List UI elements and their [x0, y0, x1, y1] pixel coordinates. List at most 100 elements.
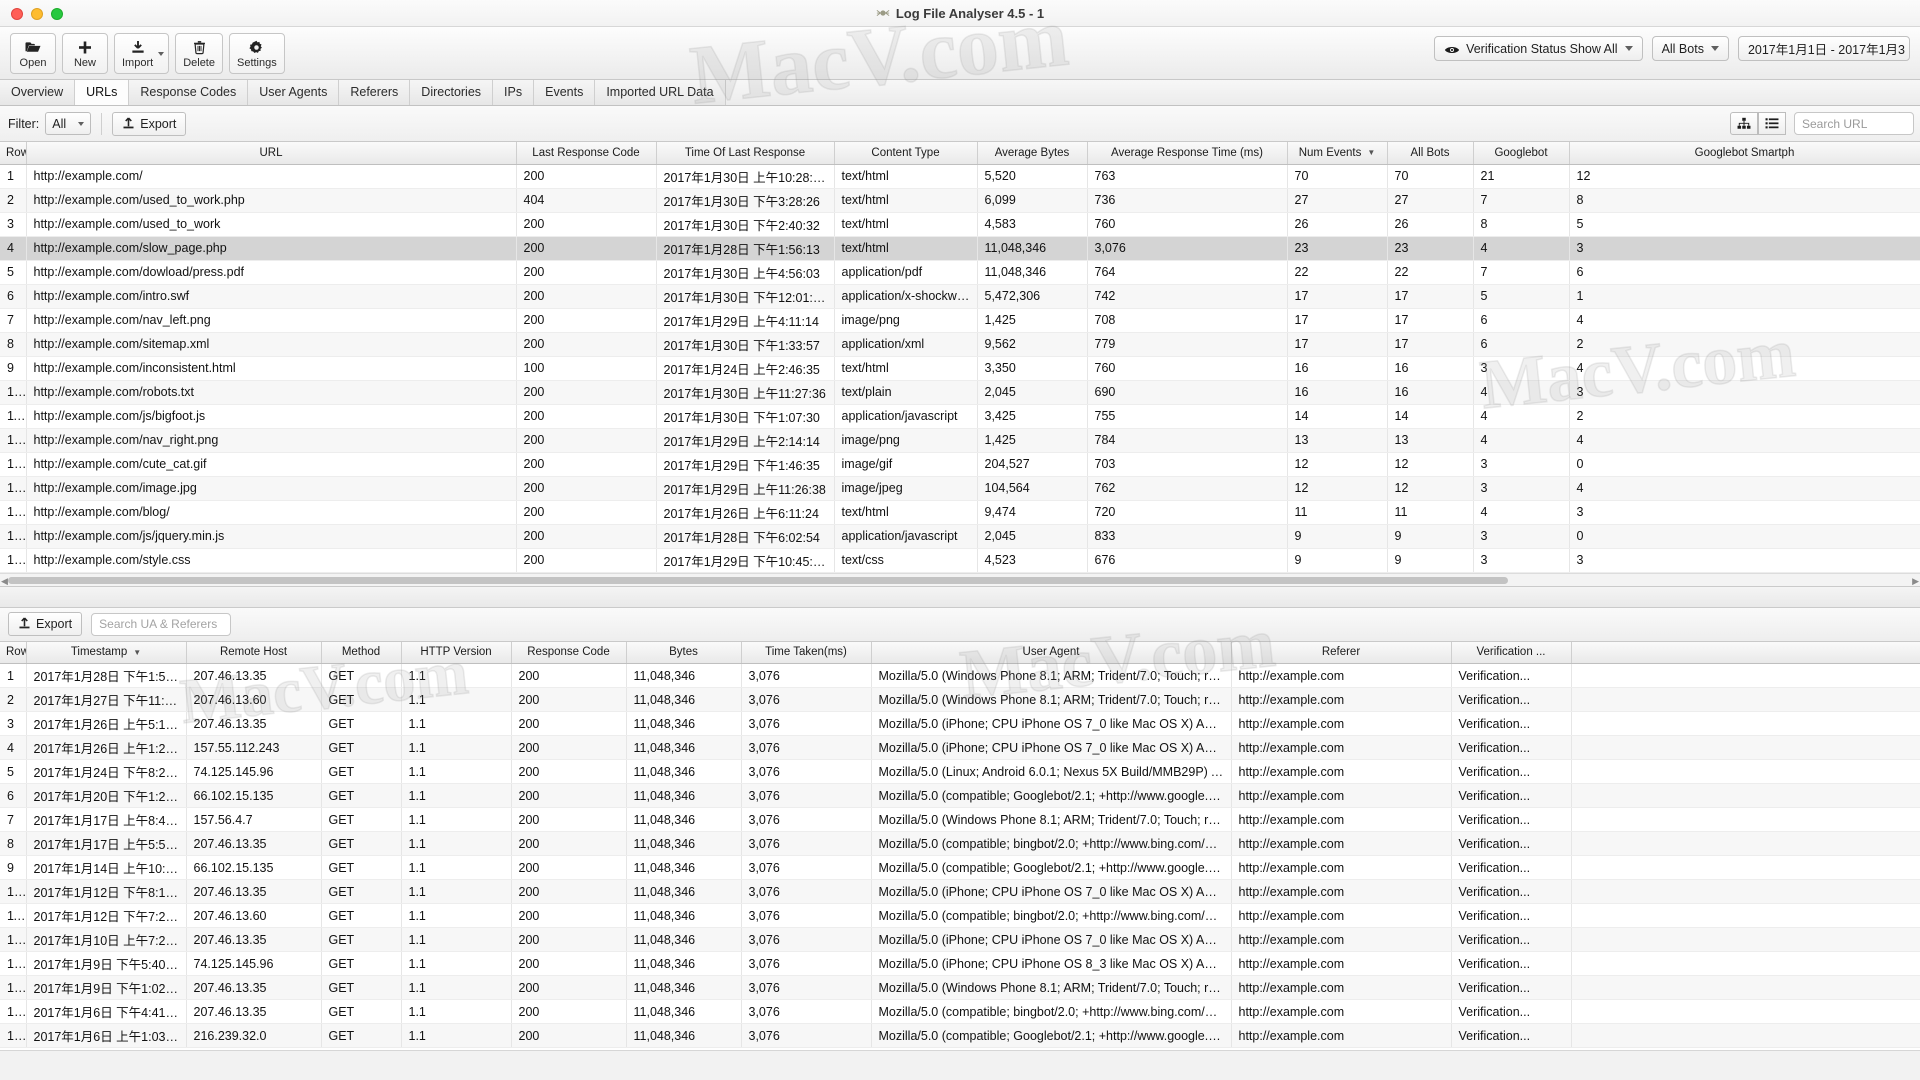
col-time-taken[interactable]: Time Taken(ms) — [741, 641, 872, 664]
col-referer[interactable]: Referer — [1231, 641, 1452, 664]
url-cell: http://example.com/nav_left.png — [26, 308, 517, 333]
table-row[interactable]: 16 2017年1月6日 上午1:03:51 216.239.32.0 GET 1.1 2… — [0, 1023, 1920, 1048]
bytes-cell: 11,048,346 — [626, 687, 742, 712]
col-googlebot[interactable]: Googlebot — [1473, 142, 1570, 165]
col-average-response-time[interactable]: Average Response Time (ms) — [1087, 142, 1288, 165]
table-row[interactable]: 5 http://example.com/dowload/press.pdf 200… — [0, 260, 1920, 285]
table-row[interactable]: 14 2017年1月9日 下午1:02:33 207.46.13.35 GET 1.1 2… — [0, 975, 1920, 1000]
table-row[interactable]: 15 http://example.com/blog/200 2017年1月26日 … — [0, 500, 1920, 525]
table-row[interactable]: 1 http://example.com/200 2017年1月30日 上午10:2… — [0, 164, 1920, 189]
import-button[interactable]: Import — [114, 32, 170, 74]
chevron-down-icon[interactable] — [1624, 46, 1633, 51]
url-table-horizontal-scrollbar[interactable]: ◀ ▶ — [0, 572, 1920, 587]
timestamp-cell: 2017年1月24日 下午8:23:17 — [26, 759, 187, 784]
scroll-right-icon[interactable]: ▶ — [1912, 576, 1919, 587]
all-bots-cell: 16 — [1387, 356, 1474, 381]
tab-overview[interactable]: Overview — [0, 79, 76, 105]
table-row[interactable]: 2 2017年1月27日 下午11:46:06 207.46.13.60 GET 1.1… — [0, 687, 1920, 712]
table-row[interactable]: 11 2017年1月12日 下午7:23:30 207.46.13.60 GET 1.1… — [0, 903, 1920, 928]
tab-response-codes[interactable]: Response Codes — [129, 79, 249, 105]
table-row[interactable]: 3 http://example.com/used_to_work 200 2017年… — [0, 212, 1920, 237]
col-num-events[interactable]: Num Events ▼ — [1287, 142, 1388, 165]
open-button[interactable]: Open — [10, 32, 56, 74]
table-row[interactable]: 8 http://example.com/sitemap.xml 200 2017年1… — [0, 332, 1920, 357]
pane-splitter[interactable] — [0, 585, 1920, 608]
row-number: 3 — [0, 711, 27, 736]
search-url-input[interactable]: Search URL — [1794, 112, 1914, 135]
table-row[interactable]: 4 2017年1月26日 上午1:26:21 157.55.112.243 GET 1.… — [0, 735, 1920, 760]
chevron-down-icon[interactable] — [1710, 46, 1719, 51]
date-range-picker[interactable]: 2017年1月1日 - 2017年1月3 — [1737, 36, 1910, 61]
col-remote-host[interactable]: Remote Host — [186, 641, 322, 664]
table-row[interactable]: 5 2017年1月24日 下午8:23:17 74.125.145.96 GET 1.1… — [0, 759, 1920, 784]
table-row[interactable]: 14 http://example.com/image.jpg 200 2017年1月… — [0, 476, 1920, 501]
list-view-icon[interactable] — [1758, 112, 1786, 135]
export-urls-button[interactable]: Export — [112, 111, 187, 136]
bytes-cell: 11,048,346 — [626, 1023, 742, 1048]
bots-filter-dropdown[interactable]: All Bots — [1651, 36, 1729, 61]
table-row[interactable]: 12 2017年1月10日 上午7:27:42 207.46.13.35 GET 1.1… — [0, 927, 1920, 952]
tab-urls[interactable]: URLs — [75, 79, 130, 105]
table-row[interactable]: 10 2017年1月12日 下午8:19:35 207.46.13.35 GET 1.1… — [0, 879, 1920, 904]
col-content-type[interactable]: Content Type — [834, 142, 978, 165]
chevron-down-icon[interactable] — [78, 121, 85, 126]
settings-button[interactable]: Settings — [228, 32, 285, 74]
col-row[interactable]: Row — [0, 641, 27, 664]
tab-ips[interactable]: IPs — [493, 79, 535, 105]
table-row[interactable]: 6 http://example.com/intro.swf 200 2017年1月3… — [0, 284, 1920, 309]
table-row[interactable]: 13 http://example.com/cute_cat.gif 200 2017… — [0, 452, 1920, 477]
search-ua-referers-input[interactable]: Search UA & Referers — [91, 612, 232, 636]
col-verification[interactable]: Verification ... — [1451, 641, 1572, 664]
table-row[interactable]: 17 http://example.com/style.css 200 2017年1月… — [0, 548, 1920, 573]
tab-directories[interactable]: Directories — [410, 79, 494, 105]
verification-status-dropdown[interactable]: Verification Status Show All — [1434, 36, 1643, 61]
filter-select[interactable]: All — [45, 112, 92, 135]
table-row[interactable]: 4 http://example.com/slow_page.php 200 2017… — [0, 236, 1920, 261]
col-user-agent[interactable]: User Agent — [871, 641, 1232, 664]
table-row[interactable]: 13 2017年1月9日 下午5:40:30 74.125.145.96 GET 1.1… — [0, 951, 1920, 976]
scrollbar-thumb[interactable] — [8, 576, 1508, 584]
new-button[interactable]: New — [62, 32, 108, 74]
toolbar-filters: Verification Status Show All All Bots 20… — [1434, 36, 1910, 61]
table-row[interactable]: 2 http://example.com/used_to_work.php 404 2… — [0, 188, 1920, 213]
table-row[interactable]: 12 http://example.com/nav_right.png 200 201… — [0, 428, 1920, 453]
col-method[interactable]: Method — [321, 641, 402, 664]
col-response-code[interactable]: Response Code — [511, 641, 627, 664]
col-googlebot-smartphone[interactable]: Googlebot Smartph — [1569, 142, 1920, 165]
table-row[interactable]: 9 http://example.com/inconsistent.html 100… — [0, 356, 1920, 381]
tab-user-agents[interactable]: User Agents — [248, 79, 340, 105]
timestamp-cell: 2017年1月17日 上午5:57:13 — [26, 831, 187, 856]
url-table-scroll[interactable]: Row URL Last Response Code Time Of Last … — [0, 142, 1920, 573]
col-http-version[interactable]: HTTP Version — [401, 641, 512, 664]
delete-button[interactable]: Delete — [175, 32, 223, 74]
table-row[interactable]: 6 2017年1月20日 下午1:28:34 66.102.15.135 GET 1.1… — [0, 783, 1920, 808]
table-row[interactable]: 7 http://example.com/nav_left.png 200 2017年… — [0, 308, 1920, 333]
col-timestamp[interactable]: Timestamp ▼ — [26, 641, 187, 664]
col-time-of-last-response[interactable]: Time Of Last Response — [656, 142, 835, 165]
table-row[interactable]: 1 2017年1月28日 下午1:56:13 207.46.13.35 GET 1.1 2… — [0, 663, 1920, 688]
table-row[interactable]: 8 2017年1月17日 上午5:57:13 207.46.13.35 GET 1.1 2… — [0, 831, 1920, 856]
table-row[interactable]: 9 2017年1月14日 上午10:29:22 66.102.15.135 GET 1.… — [0, 855, 1920, 880]
col-last-response-code[interactable]: Last Response Code — [516, 142, 657, 165]
export-events-button[interactable]: Export — [8, 612, 83, 636]
col-all-bots[interactable]: All Bots — [1387, 142, 1474, 165]
table-row[interactable]: 11 http://example.com/js/bigfoot.js 200 201… — [0, 404, 1920, 429]
tab-imported-url-data[interactable]: Imported URL Data — [595, 79, 726, 105]
table-row[interactable]: 7 2017年1月17日 上午8:40:17 157.56.4.7 GET 1.1 200… — [0, 807, 1920, 832]
col-url[interactable]: URL — [26, 142, 517, 165]
col-average-bytes[interactable]: Average Bytes — [977, 142, 1088, 165]
chevron-down-icon[interactable] — [158, 51, 165, 56]
spider-icon — [876, 6, 890, 20]
time-of-last-response-cell: 2017年1月30日 下午1:33:57 — [656, 332, 835, 357]
tab-events[interactable]: Events — [534, 79, 596, 105]
col-bytes[interactable]: Bytes — [626, 641, 742, 664]
table-row[interactable]: 10 http://example.com/robots.txt 200 2017年1… — [0, 380, 1920, 405]
events-table-scroll[interactable]: Row Timestamp ▼ Remote Host Method HTTP V… — [0, 641, 1920, 1050]
col-row[interactable]: Row — [0, 142, 27, 165]
table-row[interactable]: 3 2017年1月26日 上午5:19:02 207.46.13.35 GET 1.1 2… — [0, 711, 1920, 736]
scroll-left-icon[interactable]: ◀ — [1, 576, 8, 587]
table-row[interactable]: 16 http://example.com/js/jquery.min.js 200… — [0, 524, 1920, 549]
tab-referers[interactable]: Referers — [339, 79, 411, 105]
table-row[interactable]: 15 2017年1月6日 下午4:41:01 207.46.13.35 GET 1.1 2… — [0, 999, 1920, 1024]
tree-view-icon[interactable] — [1730, 112, 1758, 135]
